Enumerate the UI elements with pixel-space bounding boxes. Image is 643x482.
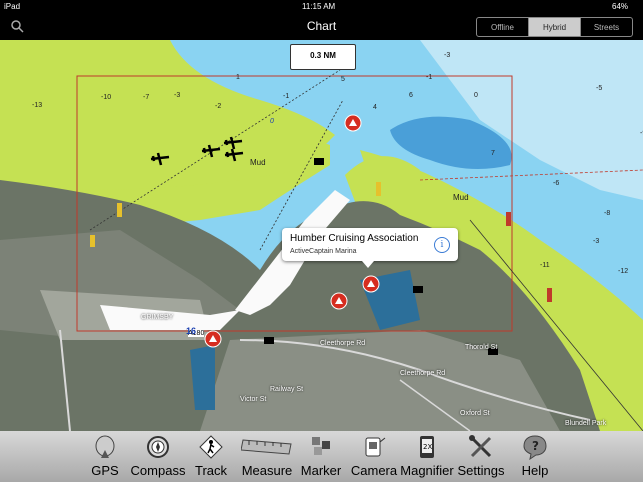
depth-sounding: 5 [341, 76, 345, 83]
magnifier-icon: 2X [420, 436, 434, 458]
marina-icon[interactable] [204, 330, 222, 348]
segment-offline[interactable]: Offline [477, 18, 528, 36]
chart-map[interactable]: -13 -10 -7 -3 -2 1 -1 4 5 6 7 0 -5 -11 -… [0, 40, 643, 431]
buoy-icon [117, 203, 122, 217]
street-label: Railway St [270, 386, 304, 393]
segment-hybrid[interactable]: Hybrid [528, 18, 580, 36]
depth-sounding: -7 [143, 94, 150, 101]
buoy-icon [506, 212, 511, 226]
depth-sounding: -12 [618, 268, 629, 275]
street-label: Cleethorpe Rd [320, 340, 366, 347]
magnifier-button[interactable]: 2X Magnifier [400, 431, 454, 482]
buoy-icon [376, 182, 381, 196]
depth-sounding: -3 [174, 92, 181, 99]
callout-title: Humber Cruising Association [290, 233, 419, 244]
scale-label: 0.3 NM [310, 51, 336, 60]
clock: 11:15 AM [302, 2, 336, 11]
navigation-bar: Chart Offline Hybrid Streets [0, 13, 643, 40]
depth-sounding: -1 [283, 93, 290, 100]
landmark-flag-icon [413, 286, 423, 293]
street-label: Blundell Park [565, 420, 607, 427]
buoy-icon [90, 235, 95, 247]
depth-sounding: -3 [444, 52, 451, 59]
depth-sounding: -2 [215, 103, 222, 110]
settings-button[interactable]: Settings [455, 431, 507, 482]
depth-sounding: 7 [491, 150, 495, 157]
marina-icon[interactable] [362, 275, 380, 293]
tool-label: GPS [91, 463, 119, 478]
tool-label: Track [194, 463, 228, 478]
help-icon: ? [523, 435, 547, 460]
compass-icon [147, 436, 169, 458]
info-icon[interactable]: i [434, 237, 450, 253]
measure-button[interactable]: Measure [237, 431, 297, 482]
callout-pointer [362, 261, 374, 268]
tool-label: Magnifier [400, 463, 454, 478]
compass-button[interactable]: Compass [130, 431, 186, 482]
settings-tools-icon [469, 435, 492, 458]
scale-bar: 0.3 NM [290, 44, 356, 70]
depth-sounding: -13 [32, 102, 43, 109]
street-label: GRIMSBY [141, 314, 174, 321]
svg-text:?: ? [532, 439, 539, 453]
tool-label: Measure [241, 463, 293, 478]
street-label: Victor St [240, 396, 267, 403]
depth-sounding: -1 [426, 74, 433, 81]
ruler-icon [241, 439, 292, 455]
tool-label: Compass [130, 463, 186, 478]
seabed-label: Mud [453, 193, 469, 202]
street-label: Thorold St [465, 344, 498, 351]
channel-label: 16 [186, 326, 197, 336]
depth-sounding: -3 [593, 238, 600, 245]
depth-contour-label: 0 [270, 118, 274, 125]
marker-button[interactable]: Marker [298, 431, 344, 482]
segment-streets[interactable]: Streets [580, 18, 632, 36]
map-mode-segmented-control: Offline Hybrid Streets [476, 17, 633, 37]
landmark-flag-icon [314, 158, 324, 165]
gps-button[interactable]: GPS [88, 431, 122, 482]
battery-label: 64% [612, 2, 629, 11]
device-label: iPad [4, 2, 21, 11]
buoy-icon [547, 288, 552, 302]
tool-label: Camera [350, 463, 398, 478]
callout-subtitle: ActiveCaptain Marina [290, 248, 357, 255]
svg-text:2X: 2X [423, 443, 432, 451]
marina-icon[interactable] [330, 292, 348, 310]
marina-callout[interactable]: Humber Cruising Association ActiveCaptai… [282, 228, 458, 268]
depth-sounding: 6 [409, 92, 413, 99]
landmark-flag-icon [264, 337, 274, 344]
tool-label: Help [521, 463, 549, 478]
marker-flags-icon [312, 437, 330, 455]
depth-sounding: -11 [540, 262, 550, 269]
walking-person-icon [199, 435, 223, 459]
street-label: Oxford St [460, 410, 490, 417]
bottom-toolbar: GPS Compass Track Measure Marker Camera … [0, 431, 643, 482]
depth-sounding: 1 [236, 74, 240, 81]
airplane-icon [150, 152, 170, 166]
airplane-icon [201, 144, 221, 158]
status-bar: iPad 11:15 AM 64% [0, 0, 643, 13]
street-label: Cleethorpe Rd [400, 370, 446, 377]
depth-sounding: -8 [604, 210, 611, 217]
help-button[interactable]: ? Help [518, 431, 552, 482]
depth-sounding: 0 [474, 92, 478, 99]
seabed-label: Mud [250, 158, 266, 167]
depth-sounding: -6 [553, 180, 560, 187]
airplane-icon [224, 148, 244, 162]
track-button[interactable]: Track [193, 431, 229, 482]
camera-button[interactable]: Camera [349, 431, 399, 482]
tool-label: Settings [457, 463, 505, 478]
depth-sounding: 4 [373, 104, 377, 111]
camera-icon [365, 437, 386, 457]
depth-sounding: -10 [101, 94, 112, 101]
depth-sounding: -5 [596, 85, 603, 92]
marina-icon[interactable] [344, 114, 362, 132]
satellite-dish-icon [95, 435, 115, 458]
tool-label: Marker [300, 463, 342, 478]
